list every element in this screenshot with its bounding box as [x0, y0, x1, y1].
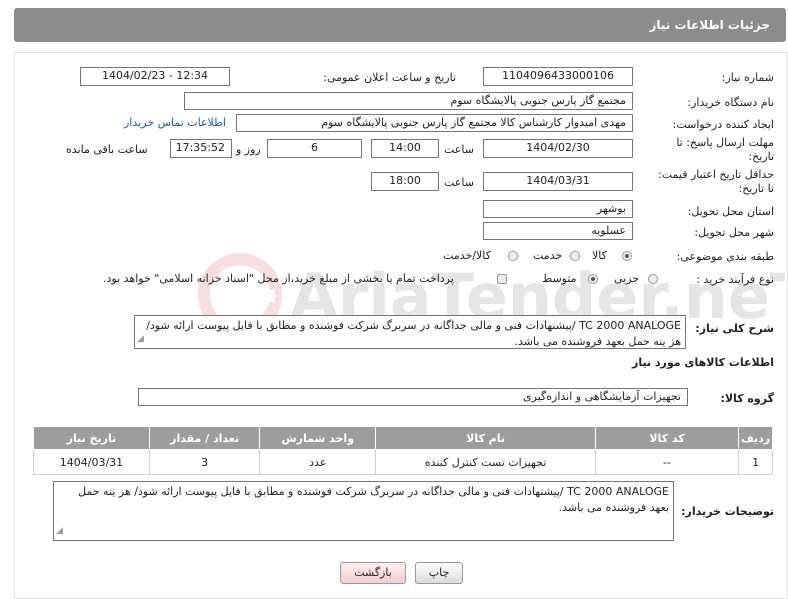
category-radio-both[interactable] [508, 251, 518, 261]
announce-field: 1404/02/23 - 12:34 [80, 67, 230, 86]
remaining-time-field: 17:35:52 [170, 139, 232, 158]
requester-field: مهدی امیدوار کارشناس کالا مجتمع گاز پارس… [236, 114, 633, 132]
cell-qty: 3 [148, 449, 261, 475]
col-name: نام کالا [375, 426, 596, 450]
payment-note: پرداخت تمام یا بخشی از مبلغ خرید،از محل … [103, 272, 454, 285]
buyer-notes-text: TC 2000 ANALOGE /پیشنهادات فنی و مالی جد… [78, 485, 669, 514]
goods-group-label: گروه کالا: [720, 392, 774, 405]
col-qty: تعداد / مقدار [148, 426, 261, 450]
page-header: جزئیات اطلاعات نیاز [14, 8, 786, 42]
reply-deadline-label: مهلت ارسال پاسخ: تا [676, 136, 774, 149]
remaining-time-label: ساعت باقی مانده [66, 143, 148, 156]
days-field: 6 [267, 139, 362, 158]
validity-time-label: ساعت [444, 176, 474, 189]
buyer-notes-textarea[interactable]: TC 2000 ANALOGE /پیشنهادات فنی و مالی جد… [53, 481, 674, 541]
col-row: ردیف [738, 426, 773, 450]
goods-section-title: اطلاعات کالاهای مورد نیاز [632, 356, 774, 369]
category-radio-service[interactable] [570, 251, 580, 261]
category-option-service: خدمت [533, 249, 563, 262]
city-label: شهر محل تحویل: [694, 226, 774, 239]
col-code: کد کالا [594, 426, 740, 450]
validity-label: حداقل تاریخ اعتبار قیمت: [658, 168, 774, 181]
cell-code: -- [594, 449, 740, 475]
buyer-contact-link[interactable]: اطلاعات تماس خریدار [124, 116, 226, 129]
category-option-both: کالا/خدمت [443, 249, 491, 262]
requester-label: ایجاد کننده درخواست: [672, 118, 774, 131]
days-label: روز و [236, 143, 261, 156]
description-textarea[interactable]: TC 2000 ANALOGE /پیشنهادات فنی و مالی جد… [134, 315, 686, 349]
description-text: TC 2000 ANALOGE /پیشنهادات فنی و مالی جد… [146, 319, 681, 348]
cell-name: تجهیزات تست کنترل کننده [375, 449, 596, 475]
validity-time-field: 18:00 [371, 172, 439, 191]
category-radio-goods[interactable] [622, 251, 632, 261]
reply-date-field: 1404/02/30 [483, 139, 633, 158]
category-label: طبقه بندی موضوعی: [676, 250, 774, 263]
process-label: نوع فرآیند خرید : [696, 273, 774, 286]
print-button[interactable]: چاپ [415, 562, 463, 584]
description-label: شرح کلی نیاز: [695, 322, 774, 335]
buyer-org-label: نام دستگاه خریدار: [687, 96, 774, 109]
cell-date: 1404/03/31 [33, 449, 150, 475]
page-title: جزئیات اطلاعات نیاز [649, 18, 770, 32]
category-option-goods: کالا [592, 249, 607, 262]
col-date: تاریخ نیاز [33, 426, 150, 450]
resize-handle-icon[interactable]: ◢ [137, 331, 144, 347]
city-field: عسلویه [483, 222, 633, 240]
process-radio-minor[interactable] [648, 274, 658, 284]
resize-handle-icon[interactable]: ◢ [56, 523, 63, 539]
validity-date-field: 1404/03/31 [483, 172, 633, 191]
goods-table-header: ردیف کد کالا نام کالا واحد شمارش تعداد /… [33, 426, 773, 450]
cell-unit: عدد [259, 449, 377, 475]
process-option-minor: جزیی [614, 272, 640, 285]
payment-checkbox[interactable] [497, 274, 507, 284]
validity-label-2: تا تاریخ: [738, 182, 774, 195]
buyer-notes-label: توضیحات خریدار: [681, 505, 774, 518]
announce-label: تاریخ و ساعت اعلان عمومی: [323, 71, 456, 84]
reply-deadline-label-2: تاریخ: [748, 150, 774, 163]
process-radio-medium[interactable] [588, 274, 598, 284]
buyer-org-field: مجتمع گاز پارس جنوبی پالایشگاه سوم [184, 92, 633, 110]
process-option-medium: متوسط [542, 272, 577, 285]
col-unit: واحد شمارش [259, 426, 377, 450]
need-number-field: 1104096433000106 [483, 67, 633, 86]
province-field: بوشهر [483, 200, 633, 218]
province-label: استان محل تحویل: [687, 205, 774, 218]
back-button[interactable]: بازگشت [340, 562, 406, 584]
goods-group-field: تجهیزات آزمایشگاهی و اندازه‌گیری [138, 388, 688, 406]
need-number-label: شماره نیاز: [721, 71, 774, 84]
reply-time-field: 14:00 [371, 139, 439, 158]
reply-time-label: ساعت [444, 143, 474, 156]
goods-table: ردیف کد کالا نام کالا واحد شمارش تعداد /… [33, 426, 773, 475]
table-row: 1 -- تجهیزات تست کنترل کننده عدد 3 1404/… [33, 449, 773, 475]
cell-row: 1 [738, 449, 773, 475]
